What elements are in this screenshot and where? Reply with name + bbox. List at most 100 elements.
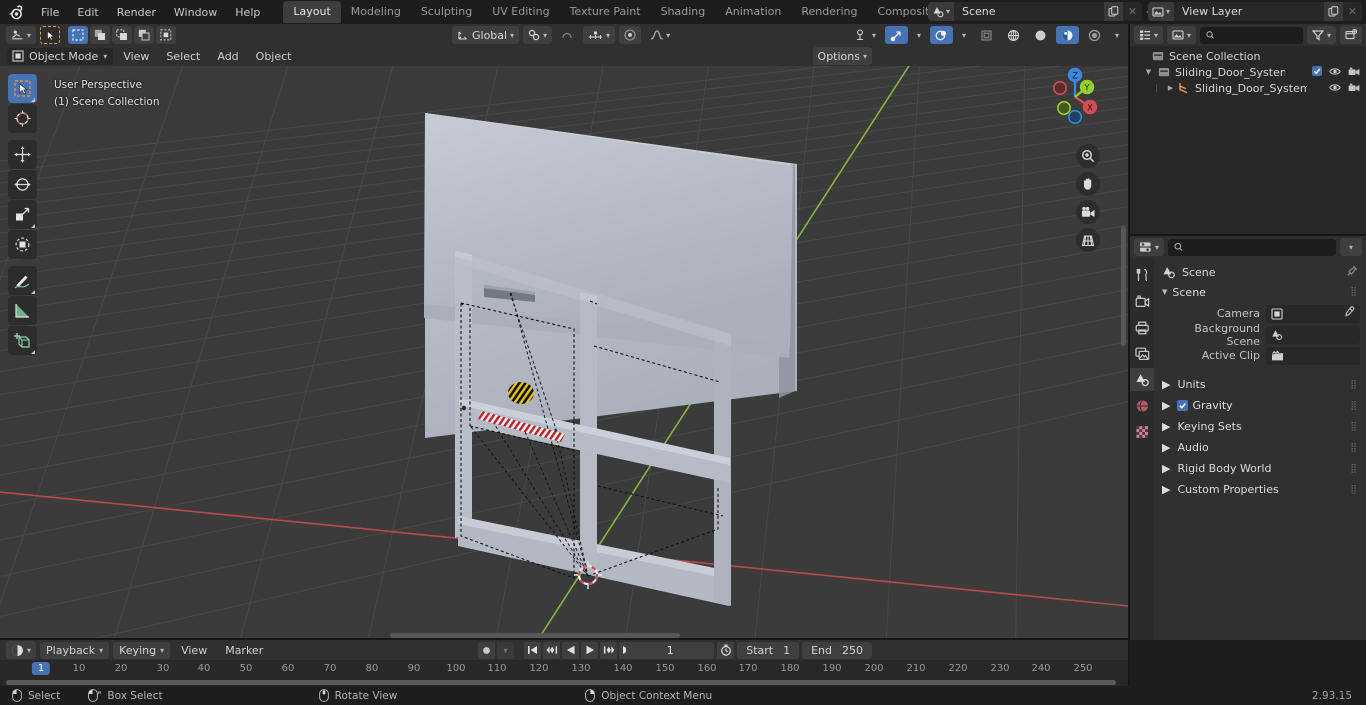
panel-header-audio[interactable]: ▶ Audio ⣿: [1154, 437, 1366, 458]
proportional-edit-button[interactable]: [556, 26, 579, 44]
end-frame-value[interactable]: 250: [842, 644, 863, 657]
outliner-display-filter-button[interactable]: ▾: [1167, 26, 1197, 44]
menu-help[interactable]: Help: [226, 3, 269, 22]
panel-header-keying-sets[interactable]: ▶ Keying Sets ⣿: [1154, 416, 1366, 437]
gizmo-options-dropdown[interactable]: ▾: [912, 26, 926, 44]
scene-name-field[interactable]: Scene: [953, 2, 1104, 21]
expand-triangle-icon[interactable]: ▶: [1166, 84, 1175, 92]
properties-tab-render[interactable]: [1130, 290, 1154, 313]
box-select-icon[interactable]: [90, 26, 111, 44]
rotate-tool[interactable]: [8, 170, 37, 199]
menu-window[interactable]: Window: [165, 3, 226, 22]
camera-view-icon[interactable]: [1076, 200, 1100, 224]
background-scene-field[interactable]: [1266, 325, 1360, 344]
panel-header-units[interactable]: ▶ Units ⣿: [1154, 374, 1366, 395]
viewport-menu-view[interactable]: View: [116, 48, 156, 65]
scale-tool[interactable]: [8, 200, 37, 229]
circle-select-icon[interactable]: [112, 26, 133, 44]
active-clip-field[interactable]: [1266, 346, 1360, 365]
move-tool[interactable]: [8, 140, 37, 169]
shading-rendered-button[interactable]: [1083, 26, 1106, 44]
workspace-tab-sculpting[interactable]: Sculpting: [411, 1, 482, 23]
shading-wireframe-button[interactable]: [1002, 26, 1025, 44]
workspace-tab-modeling[interactable]: Modeling: [341, 1, 411, 23]
pan-hand-icon[interactable]: [1076, 172, 1100, 196]
editor-divider-horizontal[interactable]: [1130, 234, 1366, 236]
zoom-icon[interactable]: [1076, 144, 1100, 168]
eyedropper-icon[interactable]: [1343, 306, 1355, 321]
workspace-tab-uv-editing[interactable]: UV Editing: [482, 1, 559, 23]
jump-to-previous-keyframe-button[interactable]: [543, 641, 560, 659]
xray-toggle-button[interactable]: [975, 26, 998, 44]
camera-object-field[interactable]: [1266, 304, 1360, 323]
menu-edit[interactable]: Edit: [68, 3, 107, 22]
select-box-tool[interactable]: [8, 74, 37, 103]
outliner-editor-type-button[interactable]: ▾: [1134, 26, 1164, 44]
shading-options-dropdown[interactable]: ▾: [1110, 26, 1124, 44]
panel-header-rigid-body-world[interactable]: ▶ Rigid Body World ⣿: [1154, 458, 1366, 479]
properties-tab-tool[interactable]: [1130, 264, 1154, 287]
measure-tool[interactable]: [8, 296, 37, 325]
properties-search-box[interactable]: [1168, 238, 1336, 256]
hide-in-viewport-eye-icon[interactable]: [1329, 66, 1341, 79]
gravity-checkbox[interactable]: [1177, 400, 1189, 411]
timeline-menu-marker[interactable]: Marker: [218, 642, 270, 659]
properties-tab-scene[interactable]: [1130, 368, 1154, 391]
snap-magnet-button[interactable]: ▾: [523, 26, 553, 44]
timeline-horizontal-scrollbar[interactable]: [6, 680, 1116, 685]
shading-material-preview-button[interactable]: [1055, 26, 1079, 44]
proportional-editing-toggle[interactable]: [619, 26, 642, 44]
timeline-playhead[interactable]: 1: [31, 662, 51, 675]
panel-header-custom-properties[interactable]: ▶ Custom Properties ⣿: [1154, 479, 1366, 500]
timeline-editor-type-button[interactable]: ▾: [6, 641, 37, 659]
use-preview-range-button[interactable]: [717, 641, 735, 659]
panel-header-gravity[interactable]: ▶ Gravity ⣿: [1154, 395, 1366, 416]
view-layer-name-field[interactable]: View Layer: [1174, 2, 1324, 21]
properties-tab-texture[interactable]: [1130, 420, 1154, 443]
lasso-select-icon[interactable]: [134, 26, 155, 44]
end-frame-field[interactable]: End 250: [802, 641, 872, 659]
viewport-menu-object[interactable]: Object: [249, 48, 299, 65]
cursor-tool[interactable]: [8, 104, 37, 133]
view-layer-new-button[interactable]: [1324, 2, 1343, 21]
overlays-options-dropdown[interactable]: ▾: [957, 26, 971, 44]
editor-divider-timeline[interactable]: [0, 638, 1128, 640]
transform-orientation-dropdown[interactable]: Global ▾: [452, 26, 520, 44]
timeline-keying-dropdown[interactable]: Keying ▾: [113, 641, 171, 659]
view-layer-browse-button[interactable]: ▾: [1147, 2, 1174, 21]
scene-browse-button[interactable]: ▾: [927, 2, 954, 21]
snap-target-dropdown[interactable]: ▾: [583, 26, 616, 44]
editor-divider-vertical[interactable]: [1128, 24, 1130, 686]
active-tool-indicator[interactable]: [40, 26, 61, 44]
viewport-gizmo-dropdown[interactable]: ▾: [850, 26, 881, 44]
intersect-select-icon[interactable]: [156, 26, 177, 44]
jump-to-next-keyframe-button[interactable]: [600, 641, 617, 659]
workspace-tab-shading[interactable]: Shading: [651, 1, 716, 23]
menu-file[interactable]: File: [32, 3, 68, 22]
shading-solid-button[interactable]: [1029, 26, 1052, 44]
toggle-perspective-icon[interactable]: [1076, 228, 1100, 252]
disable-in-renders-camera-icon[interactable]: [1348, 82, 1360, 95]
auto-keying-options-dropdown[interactable]: ▾: [497, 641, 514, 659]
frame-range-fields[interactable]: Start 1: [737, 641, 800, 659]
annotate-tool[interactable]: [8, 266, 37, 295]
auto-keying-toggle[interactable]: [478, 641, 495, 659]
tweak-select-icon[interactable]: [68, 26, 89, 44]
timeline-playback-dropdown[interactable]: Playback ▾: [40, 641, 110, 659]
add-cube-tool[interactable]: [8, 326, 37, 355]
current-frame-field[interactable]: 1: [626, 641, 715, 659]
viewport-menu-select[interactable]: Select: [159, 48, 207, 65]
blender-logo-icon[interactable]: [6, 3, 24, 21]
scene-new-button[interactable]: [1103, 2, 1123, 21]
outliner-new-collection-button[interactable]: [1340, 26, 1362, 44]
properties-tab-output[interactable]: [1130, 316, 1154, 339]
workspace-tab-layout[interactable]: Layout: [283, 1, 341, 23]
disable-in-renders-camera-icon[interactable]: [1348, 66, 1360, 79]
timeline-ruler[interactable]: 1 10 20 30 40 50 60 70 80 90 100 110 120…: [0, 660, 1130, 678]
navigation-gizmo[interactable]: Z X Y: [1038, 60, 1112, 134]
collection-exclude-checkbox[interactable]: [1312, 65, 1322, 79]
expand-triangle-icon[interactable]: ▼: [1144, 68, 1153, 76]
outliner-row-scene-collection[interactable]: Scene Collection: [1130, 48, 1366, 64]
play-reverse-button[interactable]: [562, 641, 579, 659]
view-layer-unlink-button[interactable]: ✕: [1343, 2, 1362, 21]
